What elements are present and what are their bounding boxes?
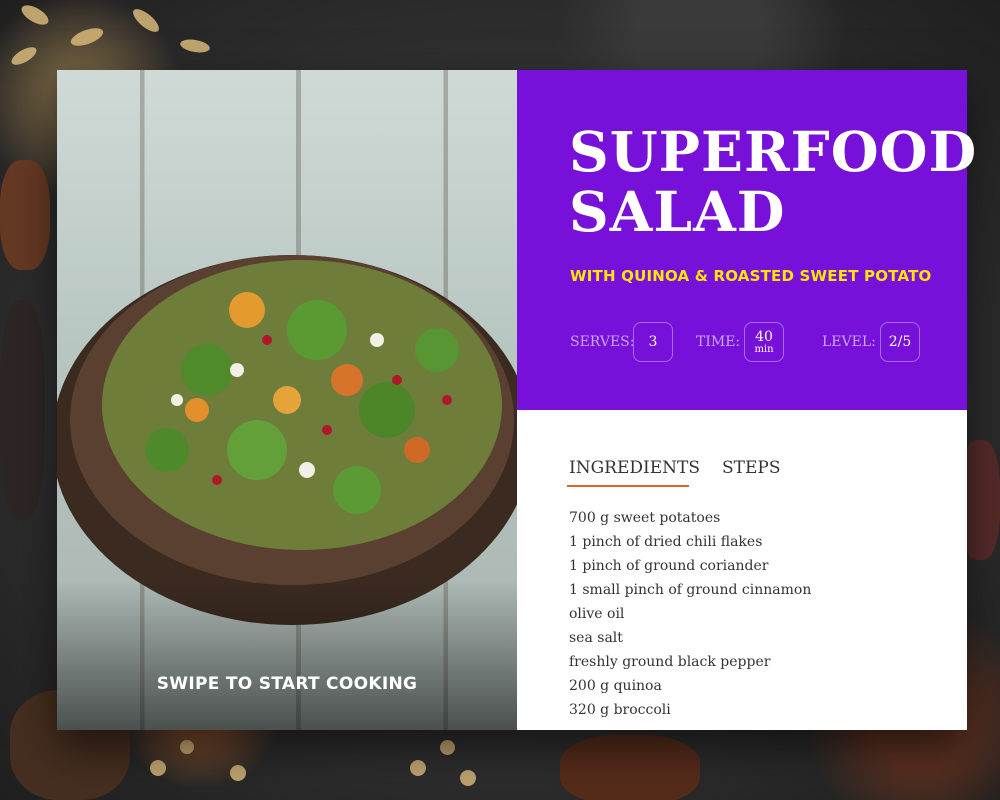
list-item: 200 g quinoa <box>569 678 662 694</box>
active-tab-indicator <box>567 485 689 487</box>
recipe-details: INGREDIENTS STEPS 700 g sweet potatoes 1… <box>517 410 967 730</box>
tab-ingredients[interactable]: INGREDIENTS <box>569 458 700 478</box>
time-unit: min <box>754 343 774 355</box>
serves-value: 3 <box>633 322 673 362</box>
ingredients-list: 700 g sweet potatoes 1 pinch of dried ch… <box>569 506 811 722</box>
recipe-title-line2: SALAD <box>569 179 786 244</box>
list-item: 1 small pinch of ground cinnamon <box>569 582 812 598</box>
serves-number: 3 <box>648 333 658 350</box>
time-number: 40 <box>755 328 773 345</box>
level-value: 2/5 <box>880 322 920 362</box>
photo-gradient <box>57 580 517 730</box>
salad-photo: SWIPE TO START COOKING <box>57 70 517 730</box>
time-value: 40 min <box>744 322 784 362</box>
list-item: 700 g sweet potatoes <box>569 510 721 526</box>
time-label: TIME: <box>696 334 741 350</box>
list-item: 1 pinch of ground coriander <box>569 558 769 574</box>
list-item: 320 g broccoli <box>569 702 671 718</box>
level-number: 2/5 <box>888 333 912 350</box>
tab-steps[interactable]: STEPS <box>722 458 780 478</box>
swipe-to-start-cooking[interactable]: SWIPE TO START COOKING <box>57 674 517 694</box>
list-item: freshly ground black pepper <box>569 654 771 670</box>
serves-label: SERVES: <box>570 334 635 350</box>
recipe-card: SWIPE TO START COOKING SUPERFOOD SALAD W… <box>57 70 976 730</box>
list-item: sea salt <box>569 630 623 646</box>
recipe-title: SUPERFOOD SALAD <box>569 122 976 244</box>
list-item: 1 pinch of dried chili flakes <box>569 534 763 550</box>
recipe-header: SUPERFOOD SALAD WITH QUINOA & ROASTED SW… <box>517 70 976 410</box>
recipe-subtitle: WITH QUINOA & ROASTED SWEET POTATO <box>570 267 932 285</box>
level-label: LEVEL: <box>822 334 876 350</box>
list-item: olive oil <box>569 606 625 622</box>
recipe-title-line1: SUPERFOOD <box>569 119 978 184</box>
